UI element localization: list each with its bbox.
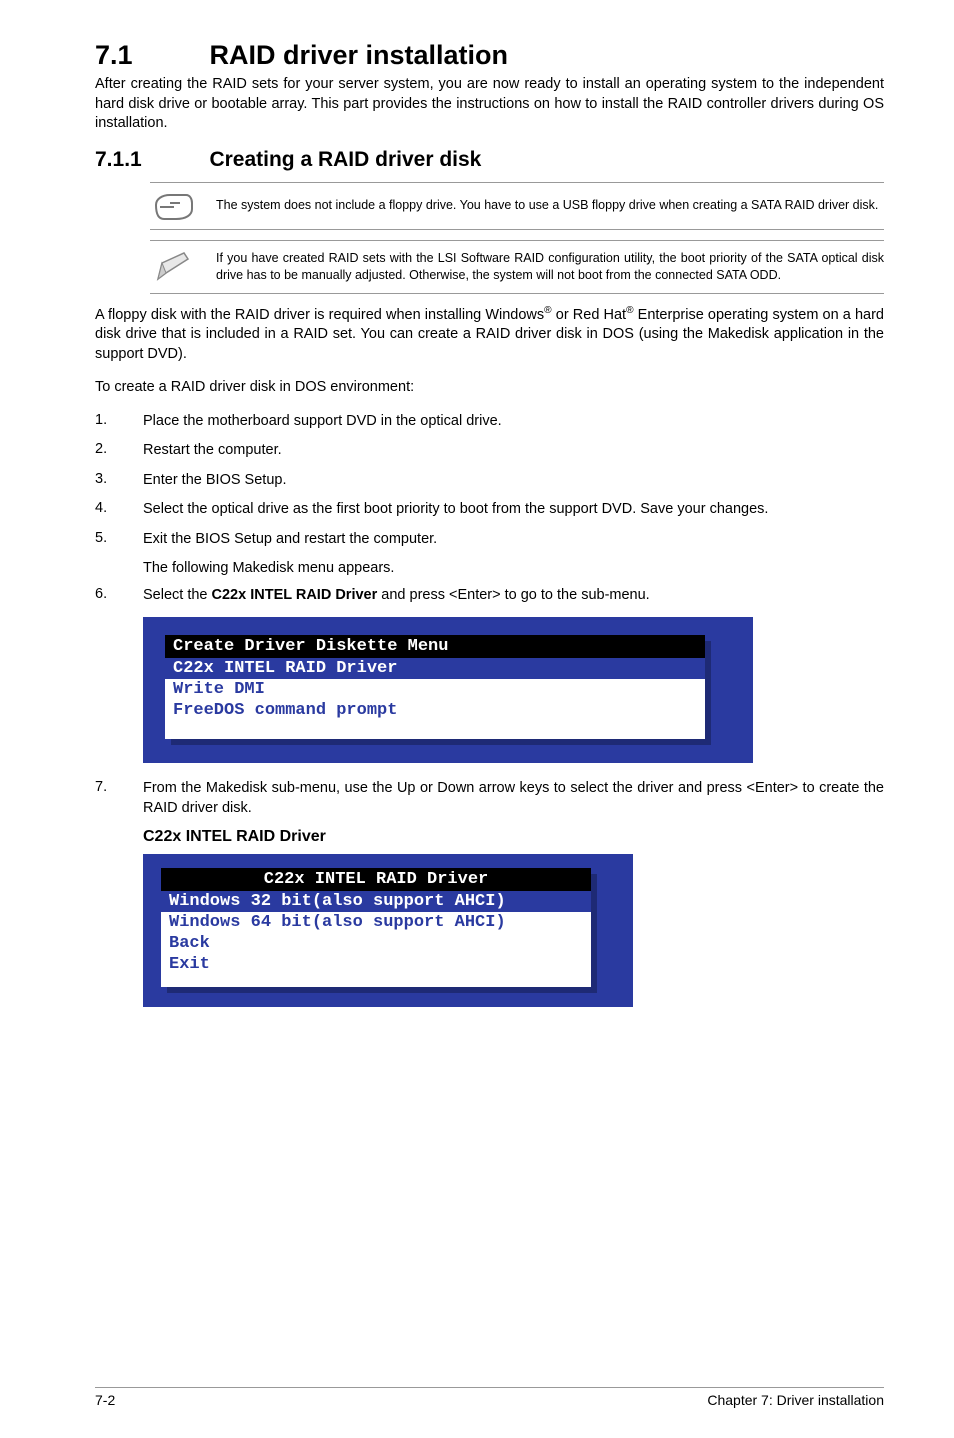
ordered-steps: 1. Place the motherboard support DVD in … — [95, 412, 884, 605]
shadow-decoration — [171, 739, 711, 745]
list-item: 1. Place the motherboard support DVD in … — [95, 412, 884, 432]
list-item: 6. Select the C22x INTEL RAID Driver and… — [95, 586, 884, 606]
step-text: Select the optical drive as the first bo… — [143, 500, 884, 520]
menu-padding — [165, 721, 705, 739]
page-number: 7-2 — [95, 1392, 115, 1408]
step6-pre: Select the — [143, 587, 212, 603]
shadow-decoration — [167, 987, 597, 993]
page-footer: 7-2 Chapter 7: Driver installation — [95, 1387, 884, 1408]
step-text: Restart the computer. — [143, 441, 884, 461]
menu-title: Create Driver Diskette Menu — [165, 635, 705, 658]
step-text: Select the C22x INTEL RAID Driver and pr… — [143, 586, 884, 606]
step-number: 6. — [95, 586, 115, 606]
step-number: 2. — [95, 441, 115, 461]
section-title: RAID driver installation — [209, 40, 508, 70]
menu-panel: C22x INTEL RAID Driver Windows 32 bit(al… — [161, 868, 591, 987]
step-number: 4. — [95, 500, 115, 520]
list-item: 5. Exit the BIOS Setup and restart the c… — [95, 530, 884, 550]
makedisk-menu-screenshot: Create Driver Diskette Menu C22x INTEL R… — [143, 617, 753, 763]
section-number: 7.1 — [95, 40, 205, 71]
menu-item: Write DMI — [165, 679, 705, 700]
menu-title: C22x INTEL RAID Driver — [161, 868, 591, 891]
step-number: 5. — [95, 530, 115, 550]
list-item: 3. Enter the BIOS Setup. — [95, 471, 884, 491]
paragraph-env: To create a RAID driver disk in DOS envi… — [95, 378, 884, 398]
list-item: 4. Select the optical drive as the first… — [95, 500, 884, 520]
menu-padding — [161, 975, 591, 987]
step6-post: and press <Enter> to go to the sub-menu. — [377, 587, 649, 603]
note-block-1: The system does not include a floppy dri… — [150, 182, 884, 230]
para-segment: A floppy disk with the RAID driver is re… — [95, 307, 544, 323]
subsection-number: 7.1.1 — [95, 148, 205, 172]
step-text: Exit the BIOS Setup and restart the comp… — [143, 530, 884, 550]
section-heading: 7.1 RAID driver installation — [95, 40, 884, 71]
step-subtext: The following Makedisk menu appears. — [143, 560, 884, 576]
step-text: Enter the BIOS Setup. — [143, 471, 884, 491]
chapter-label: Chapter 7: Driver installation — [707, 1392, 884, 1408]
section-intro: After creating the RAID sets for your se… — [95, 75, 884, 134]
menu-panel: Create Driver Diskette Menu C22x INTEL R… — [165, 635, 705, 739]
raid-driver-submenu-screenshot: C22x INTEL RAID Driver Windows 32 bit(al… — [143, 854, 633, 1007]
submenu-heading: C22x INTEL RAID Driver — [143, 828, 884, 846]
ordered-steps-cont: 7. From the Makedisk sub-menu, use the U… — [95, 779, 884, 818]
note-block-2: If you have created RAID sets with the L… — [150, 240, 884, 294]
para-segment: or Red Hat — [552, 307, 626, 323]
note-text-2: If you have created RAID sets with the L… — [216, 250, 884, 284]
shadow-decoration — [591, 874, 597, 993]
step-text: From the Makedisk sub-menu, use the Up o… — [143, 779, 884, 818]
registered-mark: ® — [626, 305, 633, 316]
menu-item: Back — [161, 933, 591, 954]
pencil-note-icon — [150, 249, 198, 285]
paragraph-after-notes: A floppy disk with the RAID driver is re… — [95, 304, 884, 365]
pointing-hand-icon — [150, 191, 198, 221]
step-number: 3. — [95, 471, 115, 491]
step-number: 1. — [95, 412, 115, 432]
menu-item: FreeDOS command prompt — [165, 700, 705, 721]
menu-item-selected: Windows 32 bit(also support AHCI) — [161, 891, 591, 912]
list-item: 2. Restart the computer. — [95, 441, 884, 461]
step-text: Place the motherboard support DVD in the… — [143, 412, 884, 432]
menu-item: Windows 64 bit(also support AHCI) — [161, 912, 591, 933]
note-text-1: The system does not include a floppy dri… — [216, 197, 884, 214]
shadow-decoration — [705, 641, 711, 745]
menu-item-selected: C22x INTEL RAID Driver — [165, 658, 705, 679]
registered-mark: ® — [544, 305, 551, 316]
list-item: 7. From the Makedisk sub-menu, use the U… — [95, 779, 884, 818]
menu-item: Exit — [161, 954, 591, 975]
step6-bold: C22x INTEL RAID Driver — [212, 587, 378, 603]
subsection-heading: 7.1.1 Creating a RAID driver disk — [95, 148, 884, 172]
step-number: 7. — [95, 779, 115, 818]
subsection-title: Creating a RAID driver disk — [209, 148, 481, 171]
